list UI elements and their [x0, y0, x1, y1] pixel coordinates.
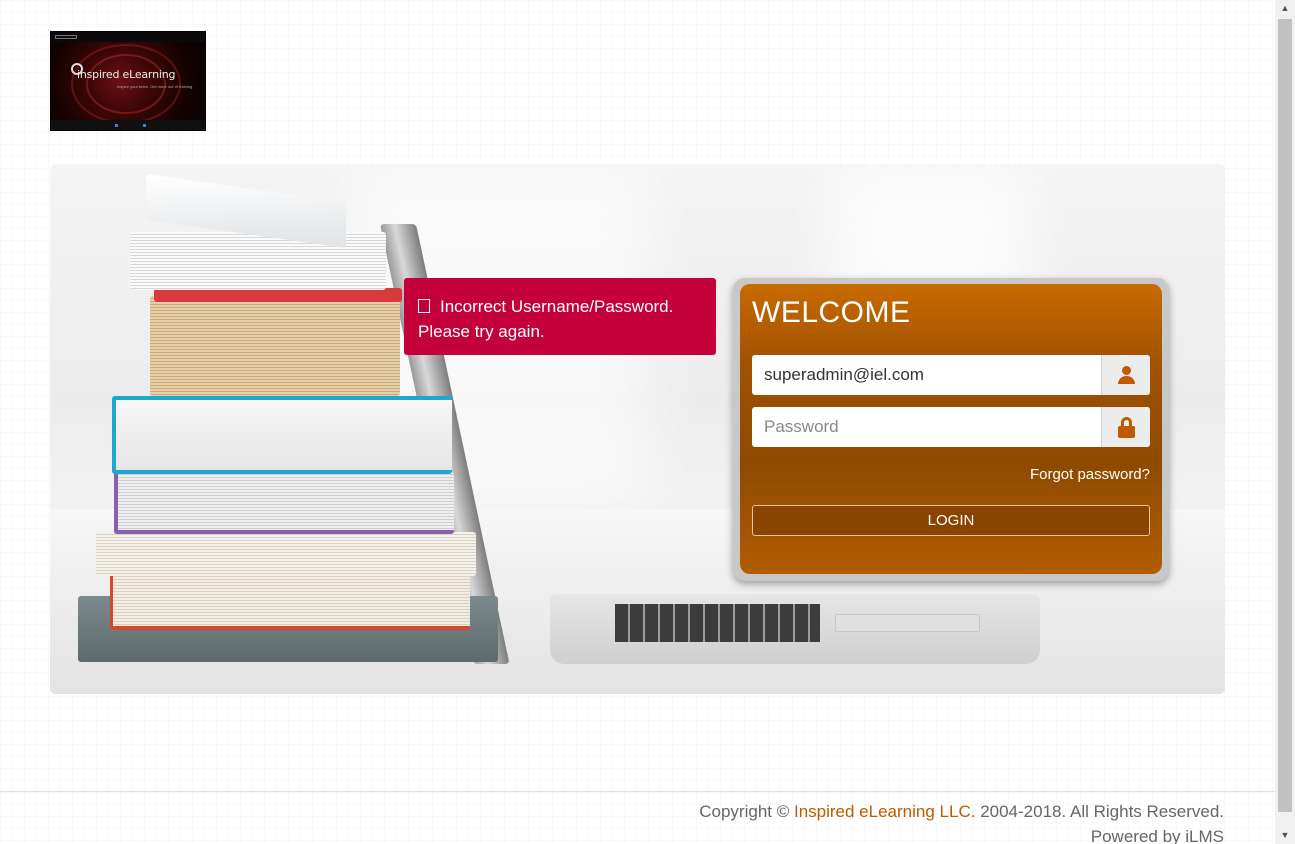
- forgot-password-link[interactable]: Forgot password?: [980, 466, 1150, 483]
- footer-divider: [0, 791, 1275, 792]
- copyright-suffix: 2004-2018. All Rights Reserved.: [980, 802, 1224, 821]
- logo-tagline: Inspire your team. Get more out of train…: [117, 84, 193, 89]
- scroll-up-arrow-icon[interactable]: ▲: [1275, 0, 1295, 17]
- scroll-down-arrow-icon[interactable]: ▼: [1275, 827, 1295, 844]
- alert-icon: [418, 299, 430, 313]
- book: [110, 574, 470, 630]
- vertical-scrollbar[interactable]: ▲ ▼: [1275, 0, 1295, 844]
- lock-icon: [1101, 407, 1150, 447]
- username-input[interactable]: [752, 355, 1101, 395]
- password-input[interactable]: [752, 407, 1101, 447]
- powered-by-text: Powered by iLMS: [1090, 827, 1224, 844]
- company-link[interactable]: Inspired eLearning LLC.: [794, 802, 975, 821]
- username-field-group: [752, 355, 1150, 395]
- book: [154, 288, 402, 302]
- book: [150, 296, 400, 396]
- book: [112, 396, 452, 474]
- laptop-keyboard: [615, 604, 820, 642]
- book: [130, 232, 386, 290]
- copyright-text: Copyright © Inspired eLearning LLC. 2004…: [699, 802, 1224, 822]
- copyright-prefix: Copyright ©: [699, 802, 790, 821]
- user-icon: [1101, 355, 1150, 395]
- laptop-touchpad: [835, 614, 980, 632]
- logo-bottombar: [51, 120, 205, 130]
- password-field-group: [752, 407, 1150, 447]
- scrollbar-thumb[interactable]: [1278, 19, 1292, 812]
- logo-brand-text: inspired eLearning: [77, 68, 176, 81]
- book: [96, 532, 476, 576]
- welcome-title: WELCOME: [752, 296, 911, 329]
- login-button[interactable]: LOGIN: [752, 505, 1150, 536]
- company-logo: inspired eLearning Inspire your team. Ge…: [50, 31, 206, 131]
- error-message: Incorrect Username/Password. Please try …: [418, 297, 674, 341]
- error-alert: Incorrect Username/Password. Please try …: [404, 278, 716, 355]
- logo-topbar: [51, 32, 205, 42]
- book: [114, 472, 454, 534]
